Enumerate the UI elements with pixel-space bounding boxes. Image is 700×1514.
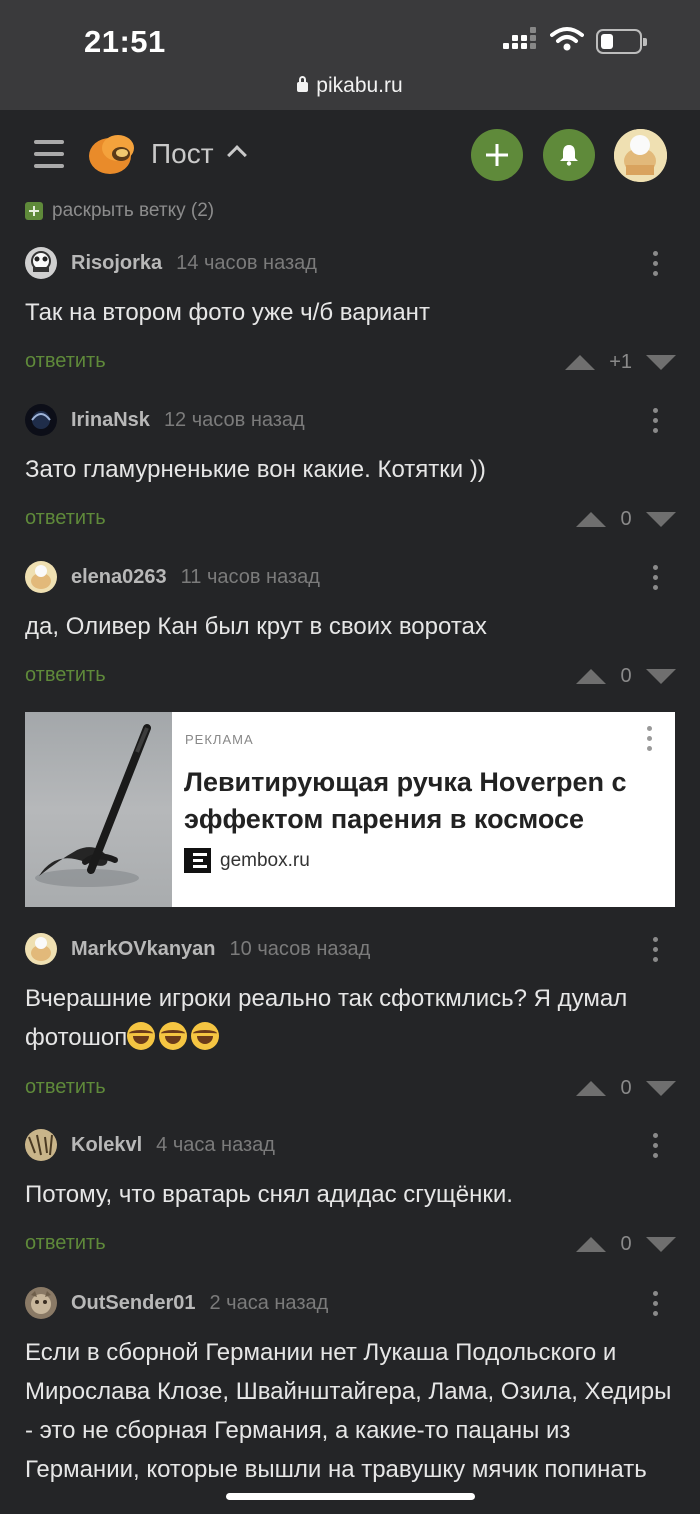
upvote-icon[interactable] [576, 511, 606, 527]
user-avatar[interactable] [614, 129, 667, 182]
comment-score: +1 [609, 350, 632, 373]
bell-icon [560, 145, 578, 166]
wifi-icon [550, 27, 584, 51]
vote-controls: 0 [576, 664, 676, 688]
comment-score: 0 [620, 1076, 632, 1099]
reply-link[interactable]: ответить [25, 664, 106, 687]
chevron-up-icon[interactable] [227, 145, 247, 165]
comment-author[interactable]: Kolekvl [71, 1134, 142, 1157]
comment-score: 0 [620, 664, 632, 687]
plus-icon [486, 144, 508, 166]
avatar[interactable] [25, 1129, 57, 1161]
lock-icon [297, 76, 309, 92]
comment: OutSender01 2 часа назад Если в сборной … [0, 1287, 700, 1514]
more-options-icon[interactable] [652, 937, 660, 963]
comment: Kolekvl 4 часа назад Потому, что вратарь… [0, 1129, 700, 1259]
laughing-emoji-icon [159, 1022, 188, 1050]
page-title[interactable]: Пост [151, 138, 214, 170]
reply-link[interactable]: ответить [25, 350, 106, 373]
comment-score: 0 [620, 1232, 632, 1255]
cellular-signal-icon [503, 27, 537, 52]
downvote-icon[interactable] [646, 1080, 676, 1096]
reply-link[interactable]: ответить [25, 1076, 106, 1099]
comment: MarkOVkanyan 10 часов назад Вчерашние иг… [0, 933, 700, 1103]
more-options-icon[interactable] [652, 1133, 660, 1159]
expand-plus-icon [25, 202, 43, 220]
comment-author[interactable]: OutSender01 [71, 1292, 195, 1315]
upvote-icon[interactable] [565, 354, 596, 370]
ad-banner[interactable]: РЕКЛАМА Левитирующая ручка Hoverpen с эф… [25, 712, 675, 907]
upvote-icon[interactable] [576, 1236, 606, 1252]
comment-time[interactable]: 2 часа назад [209, 1292, 328, 1315]
avatar[interactable] [25, 561, 57, 593]
upvote-icon[interactable] [576, 1080, 606, 1096]
comment-author[interactable]: Risojorka [71, 252, 162, 275]
ad-image[interactable] [25, 712, 172, 907]
comment-time[interactable]: 12 часов назад [164, 409, 305, 432]
downvote-icon[interactable] [646, 511, 676, 527]
battery-icon [596, 29, 647, 54]
clock: 21:51 [84, 24, 166, 59]
downvote-icon[interactable] [646, 1236, 676, 1252]
comment-text: да, Оливер Кан был крут в своих воротах [25, 613, 487, 640]
expand-thread-label: раскрыть ветку (2) [52, 200, 215, 221]
ad-label: РЕКЛАМА [185, 732, 254, 747]
add-post-button[interactable] [471, 129, 523, 181]
ad-source[interactable]: gembox.ru [184, 848, 310, 873]
comment-text-body: Вчерашние игроки реально так сфоткмлись?… [25, 985, 628, 1051]
comment-time[interactable]: 11 часов назад [181, 566, 320, 589]
comment: IrinaNsk 12 часов назад Зато гламурненьк… [0, 404, 700, 530]
comment: Risojorka 14 часов назад Так на втором ф… [0, 247, 700, 373]
comment-score: 0 [620, 507, 632, 530]
url-text: pikabu.ru [316, 74, 403, 97]
upvote-icon[interactable] [576, 668, 606, 684]
notifications-button[interactable] [543, 129, 595, 181]
downvote-icon[interactable] [646, 668, 676, 684]
comment-time[interactable]: 10 часов назад [230, 938, 371, 961]
avatar[interactable] [25, 404, 57, 436]
vote-controls: 0 [576, 507, 676, 531]
comment: elena0263 11 часов назад да, Оливер Кан … [0, 561, 700, 687]
comment-author[interactable]: MarkOVkanyan [71, 938, 216, 961]
comment-text: Потому, что вратарь снял адидас сгущёнки… [25, 1181, 513, 1208]
more-options-icon[interactable] [652, 1291, 660, 1317]
ad-more-options-icon[interactable] [647, 726, 653, 752]
avatar[interactable] [25, 1287, 57, 1319]
comment-author[interactable]: elena0263 [71, 566, 167, 589]
pikabu-logo[interactable] [88, 132, 136, 176]
avatar[interactable] [25, 933, 57, 965]
laughing-emoji-icon [127, 1022, 156, 1050]
address-bar[interactable]: pikabu.ru [0, 74, 700, 98]
home-indicator[interactable] [226, 1493, 475, 1500]
comment-time[interactable]: 4 часа назад [156, 1134, 275, 1157]
ad-source-domain: gembox.ru [220, 849, 310, 871]
comment-text: Если в сборной Германии нет Лукаша Подол… [25, 1339, 672, 1483]
avatar[interactable] [25, 247, 57, 279]
comment-text: Вчерашние игроки реально так сфоткмлись?… [25, 979, 675, 1057]
more-options-icon[interactable] [652, 565, 660, 591]
laughing-emoji-icon [191, 1022, 220, 1050]
status-bar: 21:51 pikabu.ru [0, 0, 700, 110]
comment-text: Так на втором фото уже ч/б вариант [25, 299, 430, 326]
site-header: Пост [0, 110, 700, 200]
vote-controls: +1 [565, 350, 676, 374]
comment-text: Зато гламурненькие вон какие. Котятки )) [25, 456, 486, 483]
reply-link[interactable]: ответить [25, 1232, 106, 1255]
more-options-icon[interactable] [652, 408, 660, 434]
ad-title[interactable]: Левитирующая ручка Hoverpen с эффектом п… [184, 764, 654, 838]
reply-link[interactable]: ответить [25, 507, 106, 530]
vote-controls: 0 [576, 1232, 676, 1256]
more-options-icon[interactable] [652, 251, 660, 277]
comment-author[interactable]: IrinaNsk [71, 409, 150, 432]
menu-icon[interactable] [34, 140, 64, 168]
gembox-logo-icon [184, 848, 211, 873]
vote-controls: 0 [576, 1076, 676, 1100]
downvote-icon[interactable] [646, 354, 676, 370]
expand-thread-link[interactable]: раскрыть ветку (2) [25, 200, 214, 222]
comment-time[interactable]: 14 часов назад [176, 252, 317, 275]
